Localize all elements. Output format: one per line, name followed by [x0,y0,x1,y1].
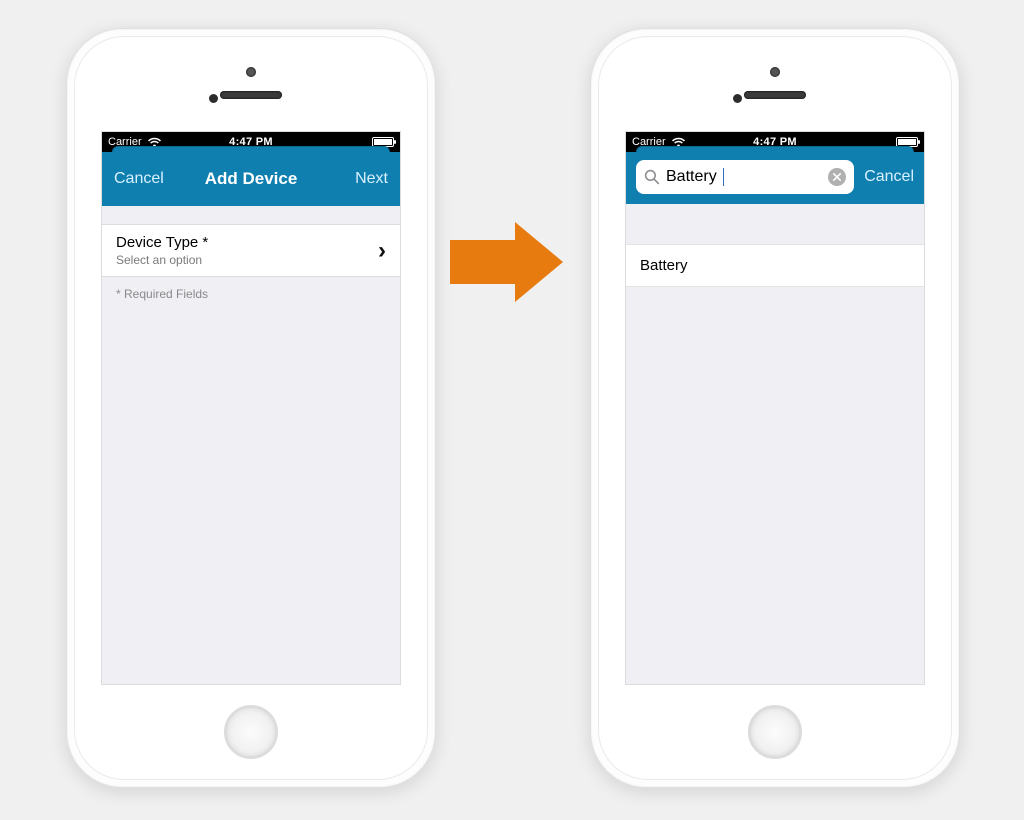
required-fields-hint: * Required Fields [102,277,400,311]
next-button[interactable]: Next [355,170,388,188]
chevron-right-icon: › [378,239,386,263]
device-type-placeholder: Select an option [116,253,208,267]
phone-mockup-right: Carrier 4:47 PM [590,28,960,788]
device-type-row[interactable]: Device Type * Select an option › [102,224,400,277]
text-caret [723,168,724,186]
search-field[interactable]: Battery [636,160,854,194]
home-button[interactable] [748,705,802,759]
transition-arrow-icon [450,222,570,302]
phone-camera-dot [770,67,780,77]
phone-speaker-slit [744,91,806,99]
screen-left: Carrier 4:47 PM Cancel Add Device [101,131,401,685]
phone-camera-dot [246,67,256,77]
phone-sensor-dot [733,94,742,103]
phone-frame: Carrier 4:47 PM [598,36,952,780]
search-cancel-button[interactable]: Cancel [864,168,914,186]
search-icon [644,169,660,185]
clear-search-button[interactable] [828,168,846,186]
search-input-text[interactable]: Battery [666,168,717,186]
home-button[interactable] [224,705,278,759]
close-icon [833,173,841,181]
phone-frame: Carrier 4:47 PM Cancel Add Device [74,36,428,780]
search-navbar: Battery Cancel [626,152,924,204]
cancel-button[interactable]: Cancel [114,170,164,188]
device-type-label: Device Type * [116,234,208,251]
phone-speaker-slit [220,91,282,99]
screen-right: Carrier 4:47 PM [625,131,925,685]
search-result-row[interactable]: Battery [626,244,924,287]
navbar: Cancel Add Device Next [102,152,400,206]
phone-mockup-left: Carrier 4:47 PM Cancel Add Device [66,28,436,788]
phone-sensor-dot [209,94,218,103]
